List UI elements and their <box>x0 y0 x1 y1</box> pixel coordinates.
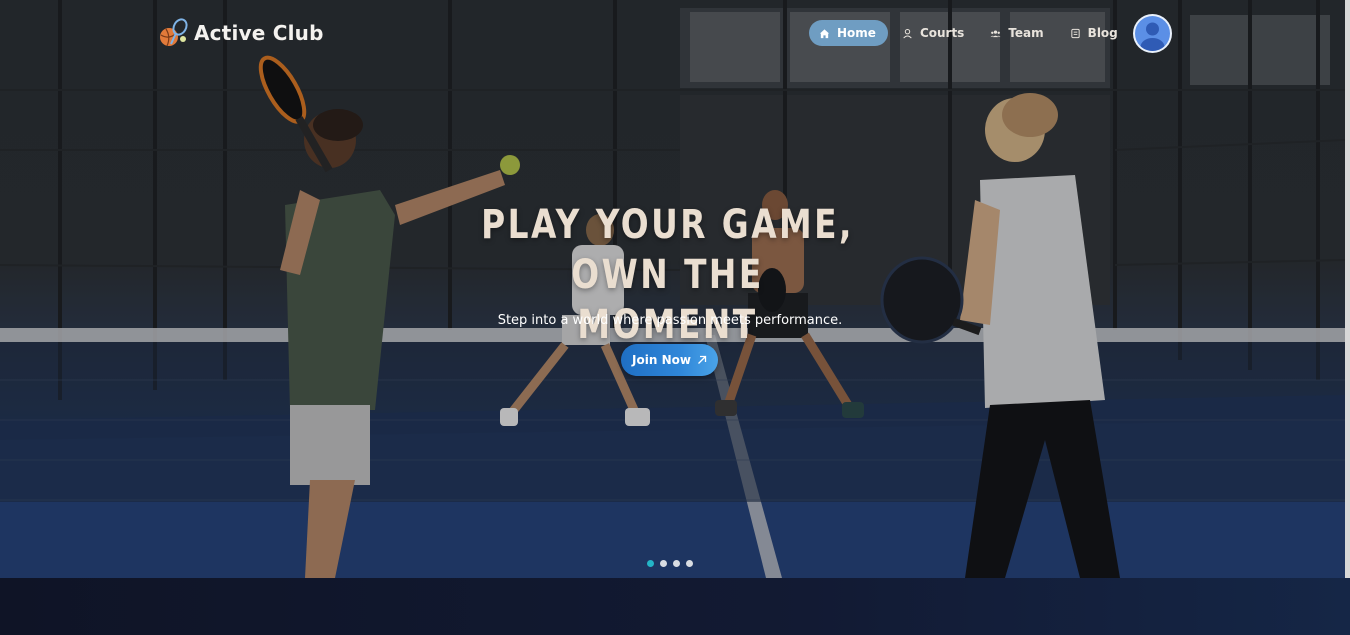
hero-subtitle: Step into a world where passion meets pe… <box>497 313 843 328</box>
user-outline-icon <box>903 28 912 38</box>
join-now-button[interactable]: Join Now <box>621 344 718 376</box>
nav-label-team: Team <box>1008 26 1044 40</box>
join-now-label: Join Now <box>632 353 691 367</box>
group-icon <box>990 29 1001 37</box>
nav-item-courts[interactable]: Courts <box>892 20 976 46</box>
carousel-dot-1[interactable] <box>647 560 654 567</box>
sports-balls-icon <box>160 18 188 47</box>
main-nav: Home Courts Team Blog <box>809 20 1130 46</box>
nav-label-home: Home <box>837 26 876 40</box>
user-avatar-icon <box>1140 22 1165 51</box>
carousel-dot-2[interactable] <box>660 560 667 567</box>
nav-label-blog: Blog <box>1087 26 1118 40</box>
carousel-dot-3[interactable] <box>673 560 680 567</box>
home-icon <box>819 28 830 38</box>
brand[interactable]: Active Club <box>158 17 324 49</box>
section-band <box>0 578 1350 635</box>
scrollbar[interactable] <box>1345 0 1350 578</box>
nav-item-home[interactable]: Home <box>809 20 888 46</box>
carousel-dots <box>647 560 693 567</box>
carousel-dot-4[interactable] <box>686 560 693 567</box>
profile-avatar[interactable] <box>1133 14 1172 53</box>
document-icon <box>1071 28 1080 38</box>
nav-item-team[interactable]: Team <box>980 20 1055 46</box>
hero-headline-line1: PLAY YOUR GAME, OWN THE <box>481 202 854 298</box>
nav-label-courts: Courts <box>919 26 965 40</box>
arrow-up-right-icon <box>697 355 707 364</box>
brand-name: Active Club <box>194 21 324 45</box>
nav-item-blog[interactable]: Blog <box>1060 20 1130 46</box>
